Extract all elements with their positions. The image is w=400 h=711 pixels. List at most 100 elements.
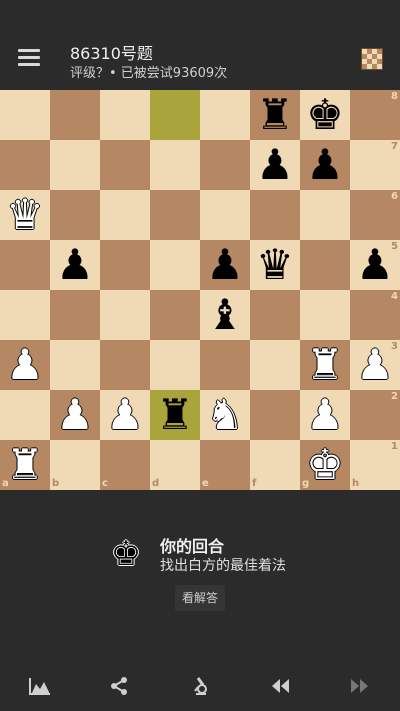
square-h8[interactable]: 8 xyxy=(350,90,400,140)
square-h7[interactable]: 7 xyxy=(350,140,400,190)
square-c2[interactable]: ♟ xyxy=(100,390,150,440)
square-c3[interactable] xyxy=(100,340,150,390)
square-a4[interactable] xyxy=(0,290,50,340)
square-b1[interactable]: b xyxy=(50,440,100,490)
square-g7[interactable]: ♟ xyxy=(300,140,350,190)
square-c1[interactable]: c xyxy=(100,440,150,490)
square-h1[interactable]: 1h xyxy=(350,440,400,490)
black-pawn-piece[interactable]: ♟ xyxy=(200,240,250,290)
black-bishop-piece[interactable]: ♝ xyxy=(200,290,250,340)
square-f8[interactable]: ♜ xyxy=(250,90,300,140)
square-e2[interactable]: ♞ xyxy=(200,390,250,440)
file-label: b xyxy=(52,478,60,489)
square-b7[interactable] xyxy=(50,140,100,190)
square-b6[interactable] xyxy=(50,190,100,240)
white-knight-piece[interactable]: ♞ xyxy=(200,390,250,440)
square-a6[interactable]: ♛ xyxy=(0,190,50,240)
turn-title: 你的回合 xyxy=(160,537,225,556)
square-f6[interactable] xyxy=(250,190,300,240)
white-rook-piece[interactable]: ♜ xyxy=(300,340,350,390)
white-queen-piece[interactable]: ♛ xyxy=(0,190,50,240)
square-b5[interactable]: ♟ xyxy=(50,240,100,290)
square-d1[interactable]: d xyxy=(150,440,200,490)
menu-icon[interactable] xyxy=(18,49,40,67)
square-a1[interactable]: a ♜ xyxy=(0,440,50,490)
square-d6[interactable] xyxy=(150,190,200,240)
square-g4[interactable] xyxy=(300,290,350,340)
forward-icon[interactable] xyxy=(346,672,374,700)
square-e4[interactable]: ♝ xyxy=(200,290,250,340)
square-c5[interactable] xyxy=(100,240,150,290)
turn-instruction: 找出白方的最佳着法 xyxy=(160,558,286,574)
white-pawn-piece[interactable]: ♟ xyxy=(350,340,400,390)
file-label: c xyxy=(102,478,108,489)
file-label: e xyxy=(202,478,209,489)
square-f7[interactable]: ♟ xyxy=(250,140,300,190)
square-f2[interactable] xyxy=(250,390,300,440)
black-pawn-piece[interactable]: ♟ xyxy=(50,240,100,290)
square-g6[interactable] xyxy=(300,190,350,240)
square-a8[interactable] xyxy=(0,90,50,140)
analysis-icon[interactable] xyxy=(186,672,214,700)
square-e7[interactable] xyxy=(200,140,250,190)
square-a7[interactable] xyxy=(0,140,50,190)
square-g3[interactable]: ♜ xyxy=(300,340,350,390)
square-g1[interactable]: g ♚ xyxy=(300,440,350,490)
square-g5[interactable] xyxy=(300,240,350,290)
square-a5[interactable] xyxy=(0,240,50,290)
square-e8[interactable] xyxy=(200,90,250,140)
square-f5[interactable]: ♛ xyxy=(250,240,300,290)
square-e3[interactable] xyxy=(200,340,250,390)
black-queen-piece[interactable]: ♛ xyxy=(250,240,300,290)
square-h4[interactable]: 4 xyxy=(350,290,400,340)
square-h3[interactable]: 3 ♟ xyxy=(350,340,400,390)
square-b4[interactable] xyxy=(50,290,100,340)
square-b2[interactable]: ♟ xyxy=(50,390,100,440)
white-king-piece[interactable]: ♚ xyxy=(300,440,350,490)
square-h5[interactable]: 5 ♟ xyxy=(350,240,400,290)
square-b8[interactable] xyxy=(50,90,100,140)
square-f1[interactable]: f xyxy=(250,440,300,490)
square-h2[interactable]: 2 xyxy=(350,390,400,440)
chart-icon[interactable] xyxy=(26,672,54,700)
rewind-icon[interactable] xyxy=(266,672,294,700)
black-rook-piece[interactable]: ♜ xyxy=(150,390,200,440)
square-a3[interactable]: ♟ xyxy=(0,340,50,390)
square-g8[interactable]: ♚ xyxy=(300,90,350,140)
square-f3[interactable] xyxy=(250,340,300,390)
square-c4[interactable] xyxy=(100,290,150,340)
square-d2[interactable]: ♜ xyxy=(150,390,200,440)
square-h6[interactable]: 6 xyxy=(350,190,400,240)
square-g2[interactable]: ♟ xyxy=(300,390,350,440)
black-king-piece[interactable]: ♚ xyxy=(300,90,350,140)
square-d3[interactable] xyxy=(150,340,200,390)
square-a2[interactable] xyxy=(0,390,50,440)
black-pawn-piece[interactable]: ♟ xyxy=(350,240,400,290)
square-e6[interactable] xyxy=(200,190,250,240)
white-pawn-piece[interactable]: ♟ xyxy=(100,390,150,440)
square-b3[interactable] xyxy=(50,340,100,390)
square-d8[interactable] xyxy=(150,90,200,140)
square-d7[interactable] xyxy=(150,140,200,190)
square-e5[interactable]: ♟ xyxy=(200,240,250,290)
square-f4[interactable] xyxy=(250,290,300,340)
square-c6[interactable] xyxy=(100,190,150,240)
square-d5[interactable] xyxy=(150,240,200,290)
black-pawn-piece[interactable]: ♟ xyxy=(250,140,300,190)
square-d4[interactable] xyxy=(150,290,200,340)
view-solution-button[interactable]: 看解答 xyxy=(175,585,225,611)
square-e1[interactable]: e xyxy=(200,440,250,490)
white-rook-piece[interactable]: ♜ xyxy=(0,440,50,490)
file-label: f xyxy=(252,478,257,489)
rank-label: 7 xyxy=(391,141,398,152)
white-pawn-piece[interactable]: ♟ xyxy=(50,390,100,440)
share-icon[interactable] xyxy=(105,672,133,700)
square-c8[interactable] xyxy=(100,90,150,140)
square-c7[interactable] xyxy=(100,140,150,190)
board-theme-icon[interactable] xyxy=(361,48,383,70)
white-pawn-piece[interactable]: ♟ xyxy=(0,340,50,390)
chess-board[interactable]: ♜ ♚ 8 ♟ ♟ 7 ♛ 6 ♟ ♟ ♛ 5 ♟ ♝ 4 ♟ ♜ 3 ♟ ♟ ♟ ♜ ♞ ♟ 2 a ♜ b c d e f g ♚ 1 h xyxy=(0,90,400,490)
black-pawn-piece[interactable]: ♟ xyxy=(300,140,350,190)
black-rook-piece[interactable]: ♜ xyxy=(250,90,300,140)
white-pawn-piece[interactable]: ♟ xyxy=(300,390,350,440)
